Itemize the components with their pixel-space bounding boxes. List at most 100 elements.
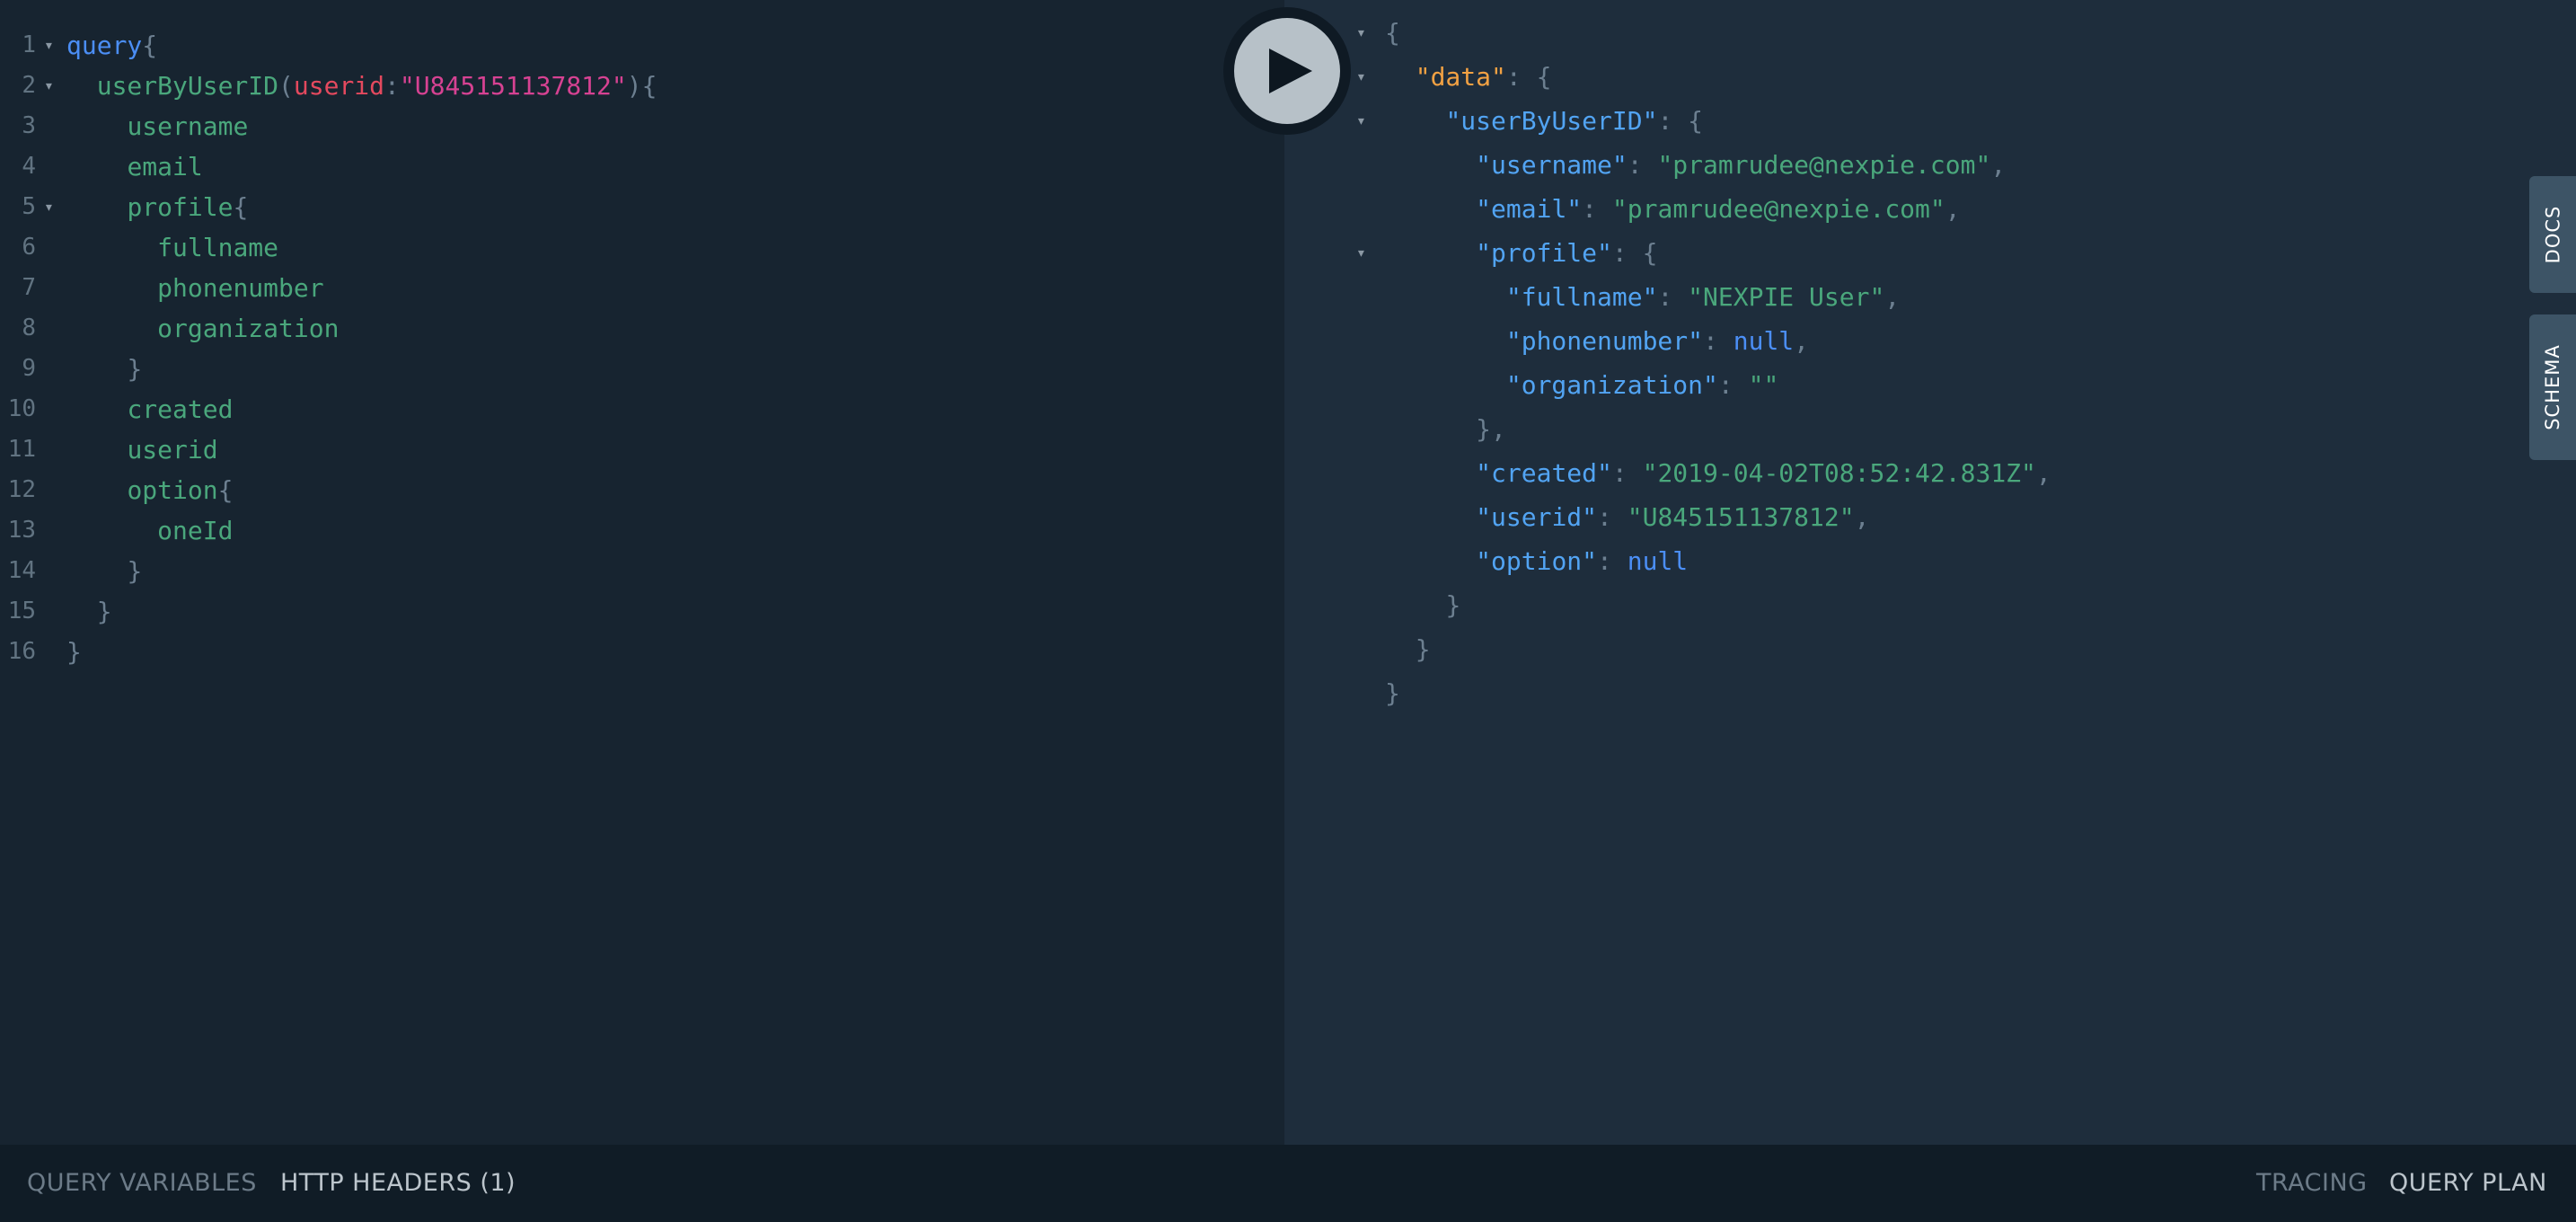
code-line[interactable]: 3 username (0, 106, 1257, 146)
code-line[interactable]: 2 ▾ userByUserID(userid:"U845151137812"){ (0, 66, 1257, 106)
code-token: organization (157, 314, 340, 343)
query-plan-tab[interactable]: QUERY PLAN (2389, 1167, 2547, 1200)
result-text: "email": "pramrudee@nexpie.com", (1385, 189, 1961, 229)
code-line[interactable]: 5 ▾ profile{ (0, 187, 1257, 227)
result-line: }, (1284, 409, 2488, 449)
result-text: "userByUserID": { (1385, 101, 1703, 141)
line-number: 13 (7, 517, 36, 544)
code-line[interactable]: 13 oneId (0, 510, 1257, 551)
result-token: } (1415, 634, 1431, 664)
fold-toggle-icon[interactable]: ▾ (1356, 57, 1366, 97)
result-token: "phonenumber" (1505, 326, 1704, 356)
line-number: 14 (7, 557, 36, 584)
result-token: : (1611, 458, 1643, 488)
code-text: profile{ (66, 187, 248, 227)
result-indent (1385, 282, 1506, 312)
code-line[interactable]: 15 } (0, 591, 1257, 632)
result-token: "NEXPIE User" (1688, 282, 1885, 312)
result-text: }, (1385, 409, 1506, 449)
fold-toggle-icon[interactable]: ▾ (1356, 13, 1366, 53)
fold-toggle-icon[interactable]: ▾ (1356, 233, 1366, 273)
docs-tab-label: DOCS (2542, 205, 2564, 264)
code-token: } (127, 556, 143, 586)
line-number: 4 (22, 153, 36, 180)
bottom-bar: QUERY VARIABLES HTTP HEADERS (1) TRACING… (0, 1145, 2576, 1222)
code-line[interactable]: 10 created (0, 389, 1257, 429)
query-editor[interactable]: 1 ▾ query{2 ▾ userByUserID(userid:"U8451511… (0, 0, 1284, 1145)
tracing-tab[interactable]: TRACING (2256, 1167, 2368, 1200)
result-line: "username": "pramrudee@nexpie.com", (1284, 145, 2488, 185)
code-text: created (66, 389, 233, 429)
code-line[interactable]: 6 fullname (0, 227, 1257, 268)
fold-toggle-icon[interactable]: ▾ (44, 66, 54, 106)
code-text: userByUserID(userid:"U845151137812"){ (66, 66, 657, 106)
result-text: "fullname": "NEXPIE User", (1385, 277, 1900, 317)
query-variables-tab[interactable]: QUERY VARIABLES (27, 1167, 257, 1200)
code-line[interactable]: 11 userid (0, 429, 1257, 470)
result-indent (1385, 150, 1476, 180)
code-token: fullname (157, 233, 279, 262)
result-text: "data": { (1385, 57, 1552, 97)
fold-toggle-icon[interactable]: ▾ (44, 25, 54, 66)
result-token: , (1945, 194, 1961, 224)
result-indent (1385, 106, 1445, 136)
code-text: organization (66, 308, 339, 349)
code-text: } (66, 551, 142, 591)
fold-toggle-icon[interactable]: ▾ (44, 187, 54, 227)
code-line[interactable]: 7 phonenumber (0, 268, 1257, 308)
code-line[interactable]: 12 option{ (0, 470, 1257, 510)
line-number: 10 (7, 395, 36, 422)
run-query-button[interactable] (1223, 7, 1351, 135)
result-line: "organization": "" (1284, 365, 2488, 405)
result-token: }, (1476, 414, 1506, 444)
code-line[interactable]: 1 ▾ query{ (0, 25, 1257, 66)
result-token: : { (1611, 238, 1658, 268)
code-text: } (66, 632, 82, 672)
http-headers-tab[interactable]: HTTP HEADERS (1) (280, 1167, 516, 1200)
result-token: "2019-04-02T08:52:42.831Z" (1642, 458, 2036, 488)
code-line[interactable]: 14 } (0, 551, 1257, 591)
result-text: "created": "2019-04-02T08:52:42.831Z", (1385, 453, 2051, 493)
code-token: : (384, 71, 400, 101)
code-token: phonenumber (157, 273, 324, 303)
fold-toggle-icon[interactable]: ▾ (1356, 101, 1366, 141)
result-text: "organization": "" (1385, 365, 1778, 405)
code-token: ){ (626, 71, 657, 101)
result-token: "data" (1415, 62, 1506, 92)
result-line: } (1284, 629, 2488, 669)
line-number: 12 (7, 476, 36, 503)
result-token: null (1627, 546, 1689, 576)
code-token: oneId (157, 516, 234, 545)
code-token: option (127, 475, 218, 505)
line-number: 2 (22, 72, 36, 99)
result-indent (1385, 414, 1476, 444)
docs-tab[interactable]: DOCS (2529, 176, 2576, 293)
code-line[interactable]: 4 email (0, 146, 1257, 187)
code-line[interactable]: 9 } (0, 349, 1257, 389)
code-line[interactable]: 16} (0, 632, 1257, 672)
result-line: ▾ "profile": { (1284, 233, 2488, 273)
result-token: : (1717, 370, 1749, 400)
result-token: "pramrudee@nexpie.com" (1657, 150, 1991, 180)
line-number: 1 (22, 31, 36, 58)
result-line: "phonenumber": null, (1284, 321, 2488, 361)
result-token: "email" (1476, 194, 1583, 224)
code-token: { (217, 475, 234, 505)
code-line[interactable]: 8 organization (0, 308, 1257, 349)
result-token: : { (1657, 106, 1704, 136)
code-text: oneId (66, 510, 233, 551)
line-number: 7 (22, 274, 36, 301)
schema-tab[interactable]: SCHEMA (2529, 314, 2576, 460)
result-token: : (1703, 326, 1734, 356)
code-token: created (127, 394, 234, 424)
code-text: } (66, 591, 112, 632)
result-text: } (1385, 585, 1460, 625)
